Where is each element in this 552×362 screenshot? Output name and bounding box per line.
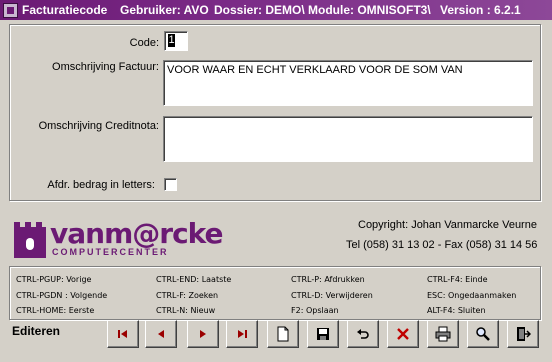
next-record-icon [200, 330, 206, 338]
next-record-button[interactable] [187, 320, 219, 348]
search-button[interactable] [467, 320, 499, 348]
shortcut-action: Ongedaanmaken [447, 291, 517, 300]
shortcut-item: F2: Opslaan [291, 306, 339, 315]
phone-fax-text: Tel (058) 31 13 02 - Fax (058) 31 14 56 [346, 239, 538, 251]
new-record-icon [277, 326, 289, 342]
shortcut-key: CTRL-F: [156, 291, 186, 300]
title-bar: Facturatiecode Gebruiker: AVO Dossier: D… [0, 0, 552, 20]
shortcut-item: ESC: Ongedaanmaken [427, 291, 516, 300]
shortcut-action: Laatste [201, 275, 232, 284]
factuur-textarea[interactable]: VOOR WAAR EN ECHT VERKLAARD VOOR DE SOM … [163, 60, 533, 106]
new-record-button[interactable] [267, 320, 299, 348]
shortcut-item: CTRL-P: Afdrukken [291, 275, 365, 284]
module-info: Module: OMNISOFT3\ [308, 3, 431, 17]
shortcut-action: Volgende [70, 291, 108, 300]
shortcut-key: CTRL-N: [156, 306, 188, 315]
exit-button[interactable] [507, 320, 539, 348]
shortcut-item: CTRL-F: Zoeken [156, 291, 218, 300]
shortcut-key: CTRL-END: [156, 275, 200, 284]
creditnota-label: Omschrijving Creditnota: [38, 120, 159, 132]
shortcut-action: Eerste [68, 306, 95, 315]
exit-icon [517, 327, 531, 341]
shortcut-action: Afdrukken [324, 275, 365, 284]
castle-logo-icon [14, 222, 46, 258]
factuur-value: VOOR WAAR EN ECHT VERKLAARD VOOR DE SOM … [167, 64, 463, 76]
search-icon [476, 327, 490, 341]
shortcut-item: CTRL-END: Laatste [156, 275, 231, 284]
company-logo: vanm@rcke COMPUTERCENTER [12, 215, 224, 261]
shortcut-key: CTRL-PGUP: [16, 275, 64, 284]
window-title: Facturatiecode [22, 3, 108, 17]
previous-record-icon [158, 330, 164, 338]
shortcut-key: CTRL-D: [291, 291, 324, 300]
undo-icon [357, 329, 369, 339]
user-info: Gebruiker: AVO [120, 3, 209, 17]
delete-button[interactable] [387, 320, 419, 348]
shortcut-item: CTRL-N: Nieuw [156, 306, 215, 315]
shortcut-action: Vorige [66, 275, 92, 284]
shortcut-item: ALT-F4: Sluiten [427, 306, 486, 315]
shortcut-item: CTRL-PGDN : Volgende [16, 291, 107, 300]
delete-icon [397, 328, 409, 340]
app-icon [3, 3, 18, 18]
factuur-label: Omschrijving Factuur: [52, 61, 159, 73]
shortcut-key: CTRL-PGDN : [16, 291, 68, 300]
shortcut-item: CTRL-F4: Einde [427, 275, 488, 284]
logo-brand: vanm@rcke [50, 217, 224, 250]
undo-button[interactable] [347, 320, 379, 348]
save-button[interactable] [307, 320, 339, 348]
shortcut-action: Verwijderen [325, 291, 373, 300]
shortcut-key: CTRL-HOME: [16, 306, 67, 315]
code-value: 1 [168, 34, 175, 47]
last-record-button[interactable] [226, 320, 258, 348]
code-input[interactable]: 1 [164, 31, 188, 51]
print-button[interactable] [427, 320, 459, 348]
first-record-icon [118, 330, 127, 338]
shortcut-item: CTRL-HOME: Eerste [16, 306, 94, 315]
dossier-info: Dossier: DEMO\ [214, 3, 305, 17]
shortcut-action: Nieuw [190, 306, 216, 315]
shortcut-action: Opslaan [305, 306, 339, 315]
shortcut-action: Zoeken [188, 291, 219, 300]
copyright-text: Copyright: Johan Vanmarcke Veurne [358, 219, 537, 231]
save-icon [317, 328, 329, 340]
shortcut-key: ALT-F4: [427, 306, 456, 315]
logo-subtitle: COMPUTERCENTER [52, 247, 169, 257]
letters-checkbox[interactable] [164, 178, 177, 191]
code-label: Code: [129, 37, 159, 49]
creditnota-textarea[interactable] [163, 116, 533, 162]
shortcut-item: CTRL-PGUP: Vorige [16, 275, 91, 284]
version-info: Version : 6.2.1 [440, 3, 521, 17]
shortcut-key: CTRL-P: [291, 275, 322, 284]
shortcut-action: Einde [465, 275, 488, 284]
previous-record-button[interactable] [145, 320, 177, 348]
shortcut-key: CTRL-F4: [427, 275, 463, 284]
letters-label: Afdr. bedrag in letters: [47, 179, 155, 191]
last-record-icon [238, 330, 247, 338]
shortcut-item: CTRL-D: Verwijderen [291, 291, 373, 300]
print-icon [435, 326, 451, 342]
mode-label: Editeren [12, 324, 61, 338]
shortcut-key: ESC: [427, 291, 446, 300]
shortcut-key: F2: [291, 306, 304, 315]
first-record-button[interactable] [107, 320, 139, 348]
shortcut-action: Sluiten [457, 306, 486, 315]
form-panel [9, 24, 541, 201]
